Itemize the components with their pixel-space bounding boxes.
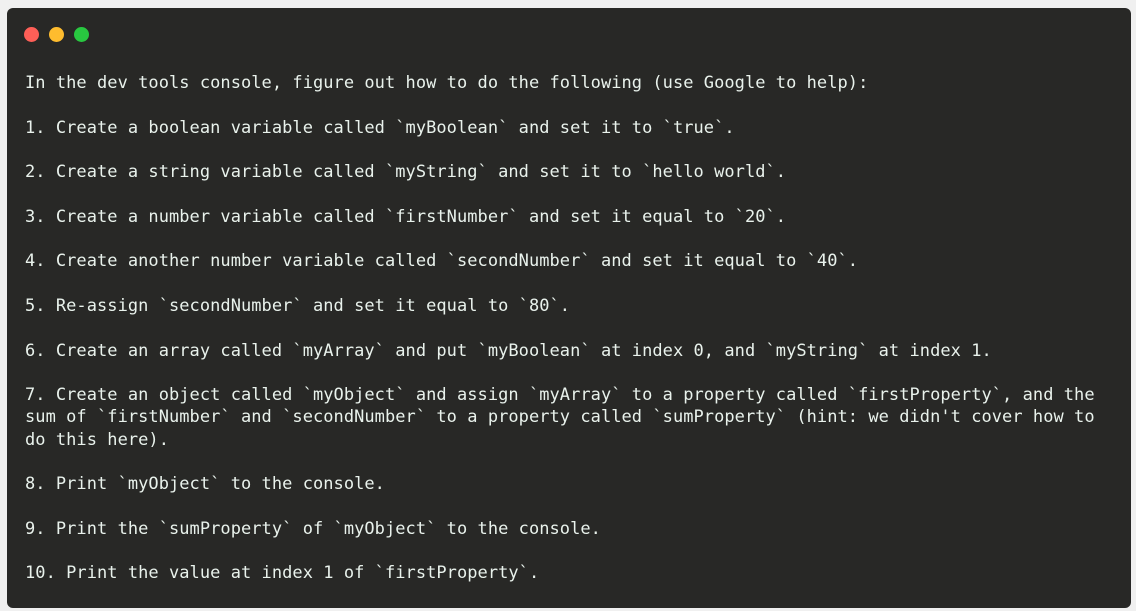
close-window-button[interactable] <box>24 27 39 42</box>
minimize-window-button[interactable] <box>49 27 64 42</box>
list-item: 8. Print `myObject` to the console. <box>25 474 385 495</box>
list-item: 1. Create a boolean variable called `myB… <box>25 117 735 138</box>
maximize-window-button[interactable] <box>74 27 89 42</box>
list-item: 10. Print the value at index 1 of `first… <box>25 563 540 584</box>
list-item: 5. Re-assign `secondNumber` and set it e… <box>25 295 571 316</box>
list-item: 9. Print the `sumProperty` of `myObject`… <box>25 518 601 539</box>
terminal-window: In the dev tools console, figure out how… <box>7 8 1131 608</box>
list-item: 6. Create an array called `myArray` and … <box>25 340 992 361</box>
list-item: 3. Create a number variable called `firs… <box>25 206 787 227</box>
list-item: 4. Create another number variable called… <box>25 251 859 272</box>
instructions-text: In the dev tools console, figure out how… <box>25 72 1115 607</box>
intro-line: In the dev tools console, figure out how… <box>25 73 869 93</box>
window-controls <box>24 27 89 42</box>
list-item: 2. Create a string variable called `mySt… <box>25 162 787 183</box>
list-item: 7. Create an object called `myObject` an… <box>25 385 1105 450</box>
